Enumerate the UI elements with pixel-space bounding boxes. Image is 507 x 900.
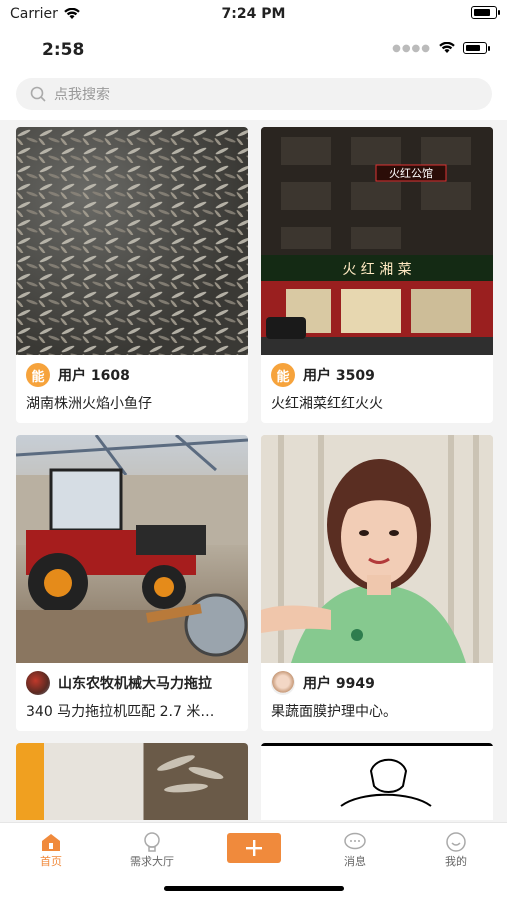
home-indicator [164,886,344,891]
tab-label: 消息 [344,855,366,868]
card-image-portrait [261,435,493,663]
profile-icon [446,832,466,852]
avatar [26,671,50,695]
card-description: 果蔬面膜护理中心。 [271,704,397,720]
avatar [271,671,295,695]
bulb-icon [144,832,160,852]
sim-time: 7:24 PM [221,6,286,22]
tab-home[interactable]: 首页 [11,831,91,869]
avatar: 能 [271,363,295,387]
card-description: 火红湘菜红红火火 [271,396,383,412]
message-icon [344,832,366,850]
simulator-status-bar: Carrier 7:24 PM [0,0,507,30]
card-user: 能 用户 3509 [271,363,483,387]
feed-card[interactable] [16,743,248,820]
tab-label: 我的 [445,855,467,868]
card-user: 能 用户 1608 [26,363,238,387]
card-username: 用户 1608 [58,368,130,384]
tab-messages[interactable]: 消息 [315,831,395,869]
feed-card[interactable]: 火红公馆 火 红 湘 菜 能 用户 3509 火红湘菜红红火火 [261,127,493,423]
card-image-partial [16,743,248,820]
card-image-dried-fish [16,127,248,355]
card-username: 用户 3509 [303,368,375,384]
device-status-bar: 2:58 ●●●● [0,30,507,70]
card-image-partial [261,743,493,820]
card-image-restaurant: 火红公馆 火 红 湘 菜 [261,127,493,355]
avatar: 能 [26,363,50,387]
tab-label: 首页 [40,855,62,868]
home-icon [42,834,60,851]
tab-profile[interactable]: 我的 [416,831,496,869]
feed-card[interactable]: 用户 9949 果蔬面膜护理中心。 [261,435,493,731]
card-image-tractor [16,435,248,663]
device-time: 2:58 [42,40,85,60]
add-icon [246,840,262,856]
wifi-icon [439,42,455,53]
battery-icon [463,42,490,54]
card-user: 用户 9949 [271,671,483,695]
search-area: 点我搜索 [0,70,507,120]
add-button[interactable] [227,833,281,863]
restaurant-sign: 火红公馆 [389,166,433,180]
feed-card[interactable] [261,743,493,820]
card-username: 山东农牧机械大马力拖拉 [58,676,212,692]
feed-grid: 能 用户 1608 湖南株洲火焰小鱼仔 火红公馆 火 红 湘 菜 能 用户 35… [0,120,507,820]
restaurant-banner: 火 红 湘 菜 [342,262,411,278]
card-description: 340 马力拖拉机匹配 2.7 米… [26,704,215,720]
search-placeholder: 点我搜索 [54,87,110,103]
search-input[interactable]: 点我搜索 [16,78,492,110]
search-icon [30,86,46,102]
card-description: 湖南株洲火焰小鱼仔 [26,396,152,412]
battery-icon [471,6,500,19]
card-user: 山东农牧机械大马力拖拉 [26,671,238,695]
signal-icon: ●●●● [392,42,431,54]
feed-card[interactable]: 山东农牧机械大马力拖拉 340 马力拖拉机匹配 2.7 米… [16,435,248,731]
feed-card[interactable]: 能 用户 1608 湖南株洲火焰小鱼仔 [16,127,248,423]
tab-demand-hall[interactable]: 需求大厅 [112,831,192,869]
card-username: 用户 9949 [303,676,375,692]
tab-label: 需求大厅 [130,855,174,868]
